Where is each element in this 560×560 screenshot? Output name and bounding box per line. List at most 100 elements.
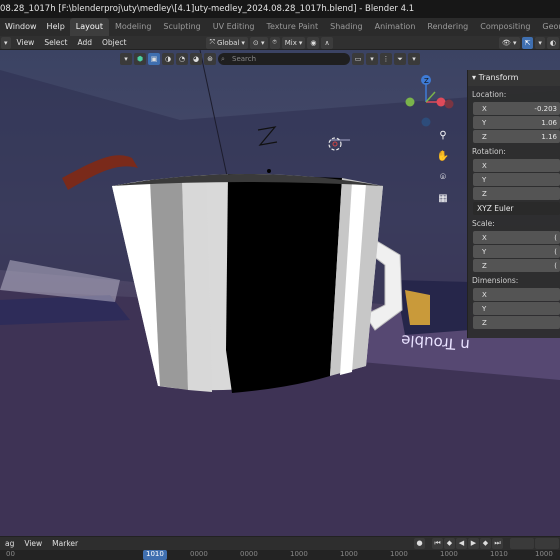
timeline-menu-view[interactable]: View (19, 539, 47, 548)
timeline-header: ag View Marker ● ⏮ ◆ ◀ ▶ ◆ ⏭ (0, 536, 560, 550)
scale-z-field[interactable]: Z( (473, 259, 560, 272)
timeline-menu-playback[interactable]: ag (0, 539, 19, 548)
frame-number: 00 (6, 550, 15, 558)
frame-start-field[interactable] (510, 538, 534, 549)
snap-mode-label: Mix (284, 38, 297, 47)
frame-number: 0000 (190, 550, 208, 558)
scale-x-field[interactable]: X( (473, 231, 560, 244)
jump-start-icon[interactable]: ⏮ (432, 538, 443, 549)
snap-toggle[interactable]: ⌾ (269, 36, 280, 49)
tab-shading[interactable]: Shading (324, 18, 369, 36)
magnifier-icon[interactable]: ⚲ (436, 130, 450, 144)
dimensions-z-field[interactable]: Z (473, 316, 560, 329)
filter-dropdown-icon[interactable]: ▭ (352, 53, 364, 65)
viewport-navigation-tools: ⚲ ✋ ⌾ ▦ (436, 130, 450, 207)
funnel-dropdown-icon[interactable]: ▾ (408, 53, 420, 65)
frame-number: 1000 (290, 550, 308, 558)
record-icon[interactable]: ● (414, 538, 425, 549)
orientation-label: Global (217, 38, 240, 47)
prev-keyframe-icon[interactable]: ◆ (444, 538, 455, 549)
play-icon[interactable]: ▶ (468, 538, 479, 549)
frame-end-field[interactable] (535, 538, 559, 549)
next-keyframe-icon[interactable]: ◆ (480, 538, 491, 549)
chevron-down-icon: ▾ (298, 38, 303, 47)
tab-layout[interactable]: Layout (69, 18, 109, 36)
menu-view[interactable]: View (12, 36, 40, 49)
restrict-toggle-icon[interactable]: ⋮ (380, 53, 392, 65)
gizmo-dropdown[interactable]: ▾ (535, 36, 545, 49)
sidebar-transform-panel: ▾ Transform Location: X -0.203 Y 1.06 Z 1.1… (467, 70, 560, 338)
menu-object[interactable]: Object (97, 36, 131, 49)
object-origin (267, 169, 271, 173)
tab-texture-paint[interactable]: Texture Paint (260, 18, 324, 36)
tab-geometry[interactable]: Geometry (536, 18, 560, 36)
falloff-icon[interactable]: ∧ (321, 36, 333, 49)
location-label: Location: (472, 90, 507, 99)
grid-icon[interactable]: ▦ (436, 193, 450, 207)
overlay-toggle[interactable]: ◐ (546, 36, 559, 49)
gizmo-neg-y (405, 97, 415, 107)
tab-sculpting[interactable]: Sculpting (157, 18, 206, 36)
camera-icon[interactable]: ⌾ (436, 172, 450, 186)
dimensions-y-field[interactable]: Y (473, 302, 560, 315)
gizmo-neg-z (421, 117, 431, 127)
rotation-mode-select[interactable]: XYZ Euler (473, 202, 560, 215)
menu-add[interactable]: Add (72, 36, 97, 49)
panel-header-transform[interactable]: ▾ Transform (468, 70, 560, 86)
menu-window[interactable]: Window (0, 18, 42, 36)
tab-rendering[interactable]: Rendering (421, 18, 474, 36)
hand-pan-icon[interactable]: ✋ (436, 151, 450, 165)
tab-modeling[interactable]: Modeling (109, 18, 157, 36)
tab-animation[interactable]: Animation (369, 18, 422, 36)
viewport-header: ▾ View Select Add Object ⤧ Global ▾ ⊙ ▾ … (0, 36, 560, 50)
pivot-point-dropdown[interactable]: ⊙ ▾ (249, 36, 268, 49)
navigation-gizmo[interactable]: Z (401, 74, 461, 130)
light-filter-icon[interactable]: ◔ (176, 53, 188, 65)
location-x-field[interactable]: X -0.203 (473, 102, 560, 115)
frame-number: 1000 (535, 550, 553, 558)
other-filter-icon[interactable]: ⊛ (204, 53, 216, 65)
rotation-y-field[interactable]: Y (473, 173, 560, 186)
search-icon: ⌕ (221, 55, 225, 63)
location-y-field[interactable]: Y 1.06 (473, 116, 560, 129)
rotation-z-field[interactable]: Z (473, 187, 560, 200)
mug-stripe-black (226, 174, 342, 393)
jump-end-icon[interactable]: ⏭ (492, 538, 503, 549)
tab-uv-editing[interactable]: UV Editing (207, 18, 261, 36)
play-reverse-icon[interactable]: ◀ (456, 538, 467, 549)
current-frame-indicator[interactable]: 1010 (143, 550, 167, 560)
gizmo-neg-x (444, 99, 454, 109)
frame-number: 1000 (440, 550, 458, 558)
tab-compositing[interactable]: Compositing (474, 18, 536, 36)
scale-y-field[interactable]: Y( (473, 245, 560, 258)
shading-material-icon[interactable]: ⬢ (134, 53, 146, 65)
menu-select[interactable]: Select (39, 36, 72, 49)
dimensions-label: Dimensions: (472, 276, 519, 285)
proportional-edit-toggle[interactable]: ◉ (307, 36, 320, 49)
snap-mode-dropdown[interactable]: Mix ▾ (281, 36, 306, 49)
timeline-menu-marker[interactable]: Marker (47, 539, 83, 548)
poster-corner-dark (395, 280, 470, 335)
viewport-subheader: ▾ ⬢ ▣ ◑ ◔ ◕ ⊛ ⌕ Search ▭ ▾ ⋮ ⏷ ▾ (120, 51, 420, 67)
filter-options-icon[interactable]: ▾ (366, 53, 378, 65)
camera-filter-icon[interactable]: ◕ (190, 53, 202, 65)
gizmo-toggle[interactable]: ⇱ (521, 36, 534, 49)
selectable-icon[interactable]: ▣ (148, 53, 160, 65)
orientation-dropdown[interactable]: ⤧ Global ▾ (206, 36, 248, 49)
dimensions-x-field[interactable]: X (473, 288, 560, 301)
chevron-down-icon[interactable]: ▾ (120, 53, 132, 65)
timeline-frame-ruler[interactable]: 00 1010 0000 0000 1000 1000 1000 1000 10… (0, 550, 560, 560)
frame-number: 1000 (340, 550, 358, 558)
svg-text:Z: Z (424, 77, 429, 85)
panel-title: Transform (478, 73, 519, 82)
search-input[interactable]: ⌕ Search (218, 53, 350, 65)
visibility-dropdown[interactable]: 👁 ▾ (498, 36, 520, 49)
frame-number: 0000 (240, 550, 258, 558)
location-z-field[interactable]: Z 1.16 (473, 130, 560, 143)
menu-help[interactable]: Help (42, 18, 70, 36)
editor-type-icon[interactable]: ▾ (1, 36, 11, 49)
funnel-icon[interactable]: ⏷ (394, 53, 406, 65)
rotation-x-field[interactable]: X (473, 159, 560, 172)
object-type-icon[interactable]: ◑ (162, 53, 174, 65)
rotation-label: Rotation: (472, 147, 506, 156)
